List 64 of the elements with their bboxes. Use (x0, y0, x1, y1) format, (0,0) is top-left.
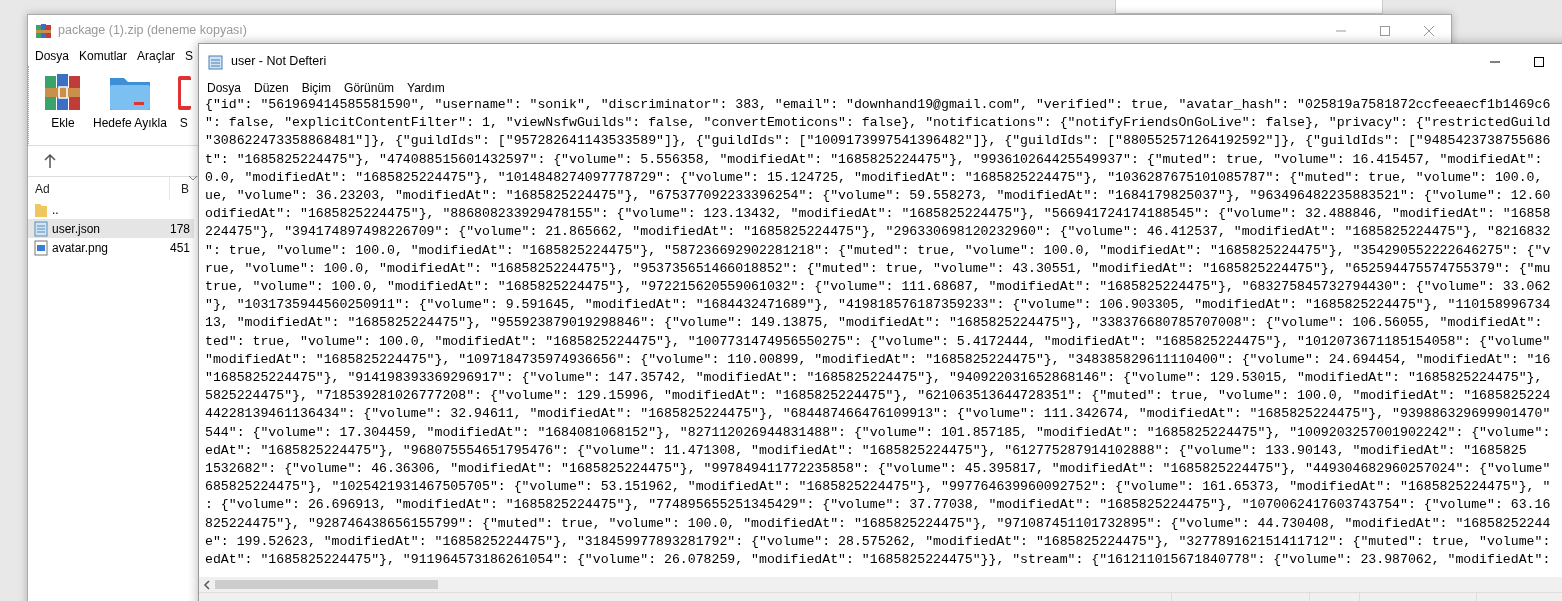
text-line: e": 199.52623, "modifiedAt": "1685825224475"}, "318459977893281792": {"volume": 28.575262, "modifiedAt": "1685825224475"}, "327789162151411712": {"muted": true, "volume": (205, 532, 1551, 551)
text-line: 13, "modifiedAt": "1685825224475"}, "955923879019298846": {"volume": 149.13875, "modifiedAt": "1685825224475"}, "338376680785707008": {"volume": 106.56055, "modifiedAt": (205, 314, 1543, 333)
text-line: ue, "volume": 36.23203, "modifiedAt": "1685825224475"}, "675377092233396254": {"volume": 59.558273, "modifiedAt": "1684179825037"}, "963496482235883521": {"volume": 12.60 (205, 187, 1551, 205)
window-title: package (1).zip (deneme kopyası) (58, 22, 247, 40)
text-line: "modifiedAt": "1685825224475"}, "1097184735974936656": {"volume": 110.00899, "modifiedAt": "1685825224475"}, "348385829611110400": {"volume": 24.694454, "modifiedAt": "16 (205, 350, 1551, 369)
menu-item[interactable]: Araçlar (137, 47, 176, 65)
file-name: avatar.png (52, 239, 109, 257)
sort-caret-icon (188, 175, 198, 181)
text-line: 544": {"volume": 17.304459, "modifiedAt": "1684081068152"}, "827112026944831488": {"volume": 101.857185, "modifiedAt": "1685825224475"}, "1009203257001902242": {"volume": (205, 423, 1551, 442)
text-line: : {"volume": 26.696913, "modifiedAt": "1685825224475"}, "774895655251345429": {"volume": 37.77038, "modifiedAt": "1685825224475"}, "1070062417603743754": {"volume": 63.16 (205, 496, 1551, 515)
file-size: 178 (170, 220, 191, 238)
text-line: 825224475"}, "928746438656155799": {"muted": true, "volume": 100.0, "modifiedAt": "1685825224475"}, "971087451101732895": {"volume": 44.730408, "modifiedAt": "16858252244 (205, 514, 1551, 533)
text-line: rue, "volume": 100.0, "modifiedAt": "1685825224475"}, "953735651466018852": {"muted": true, "volume": 43.30551, "modifiedAt": "1685825224475"}, "652594475574755379": {"mu (205, 259, 1551, 278)
notepad-icon (34, 220, 48, 237)
toolbar-button[interactable]: Ekle (43, 72, 83, 145)
toolbar-button[interactable]: S (176, 72, 191, 145)
archive-icon (36, 22, 52, 39)
text-line: 685825224475"}, "1025421931467505705": {"volume": 53.151962, "modifiedAt": "1685825224475"}, "997764639960092752": {"volume": 161.65373, "modifiedAt": "1685825224475"}, " (205, 478, 1551, 497)
text-line: 44228139461136434": {"volume": 32.94611, "modifiedAt": "1685825224475"}, "684487466476109913": {"volume": 111.342674, "modifiedAt": "1685825224475"}, "939886329699901470" (205, 405, 1551, 424)
text-line: 5825224475"}, "718539281026777208": {"volume": 129.15996, "modifiedAt": "1685825224475"}, "621063513644728351": {"muted": true, "volume": 100.0, "modifiedAt": "1685825224 (205, 387, 1551, 406)
text-line: ted": true, "volume": 100.0, "modifiedAt": "1685825224475"}, "1007731474956550275": {"volume": 5.4172444, "modifiedAt": "1685825224475"}, "1012073671185154058": {"volume" (205, 332, 1551, 351)
menu-item[interactable]: Biçim (301, 78, 332, 97)
file-row[interactable]: .. (28, 200, 194, 219)
text-line: 224475"}, "394174897498226709": {"volume": 21.865662, "modifiedAt": "1685825224475"}, "296330698120232960": {"volume": 46.412537, "modifiedAt": "1685825224475"}, "8216832 (205, 223, 1551, 242)
menu-item[interactable]: Yardım (407, 78, 445, 97)
text-line: true, "volume": 100.0, "modifiedAt": "1685825224475"}, "972215620559061032": {"volume": 111.68687, "modifiedAt": "1685825224475"}, "683275845732794430": {"volume": 33.062 (205, 278, 1551, 297)
text-line: "}, "1031735944560250911": {"volume": 9.591645, "modifiedAt": "1684432471689"}, "419818576187359233": {"volume": 106.903305, "modifiedAt": "1685825224475"}, "110158996734 (205, 296, 1551, 315)
toolbar-button[interactable]: Hedefe Ayıkla (93, 72, 167, 145)
scroll-thumb[interactable] (215, 580, 438, 589)
close-icon (1424, 25, 1434, 36)
window-title: user - Not Defteri (231, 53, 327, 71)
maximize-icon (1380, 25, 1390, 36)
image-file-icon (34, 239, 48, 256)
scroll-left-icon (203, 579, 211, 590)
folder-icon (34, 201, 48, 218)
column-header[interactable]: B (170, 179, 189, 198)
menu-item[interactable]: Dosya (35, 47, 69, 65)
maximize-icon (1534, 56, 1544, 67)
text-line: 1532682": {"volume": 46.36306, "modifiedAt": "1685825224475"}, "997849411772235858": {"volume": 45.395817, "modifiedAt": "1685825224475"}, "449304682960257024": {"volume" (205, 460, 1551, 479)
text-line: "1685825224475"}, "914198393369296917": {"volume": 147.35742, "modifiedAt": "1685825224475"}, "940922031652868146": {"volume": 129.53015, "modifiedAt": "1685825224475"}, (205, 369, 1543, 388)
menu-item[interactable]: Dosya (207, 78, 241, 97)
text-line: ": true, "volume": 100.0, "modifiedAt": "1685825224475"}, "587236692902281218": {"muted": true, "volume": 100.0, "modifiedAt": "1685825224475"}, "354290552222646275": {"v (205, 241, 1551, 260)
text-line: odifiedAt": "1685825224475"}, "886808233929478155": {"volume": 123.13432, "modifiedAt": "1685825224475"}, "566941724174188545": {"volume": 32.488846, "modifiedAt": "16858 (205, 205, 1551, 224)
text-line: {"id": "561969414585581590", "username": "sonik", "discriminator": 383, "email": "downhand19@gmail.com", "verified": true, "avatar_hash": "025819a7581872ccfeeaecf1b1469c6 (205, 96, 1551, 114)
text-line: "308622473358868481"]}, {"guildIds": ["957282641143533589"]}, {"guildIds": ["1009173997541396482"]}, {"guildIds": ["880552571264192592"]}, {"guildIds": ["9485423738755686 (205, 132, 1551, 151)
file-row[interactable]: user.json 178 (28, 219, 194, 238)
text-line: t": "1685825224475"}, "474088515601432597": {"volume": 5.556358, "modifiedAt": "1685825224475"}, "993610264425549937": {"muted": true, "volume": 16.415457, "modifiedAt": (205, 150, 1543, 169)
notepad-icon (208, 53, 224, 70)
menu-item[interactable]: Görünüm (344, 78, 395, 97)
menu-item[interactable]: S (185, 47, 194, 65)
text-line: edAt": "1685825224475"}, "911964573186261054": {"volume": 26.078259, "modifiedAt": "1685825224475"}}, "stream": {"161211015671840778": {"volume": 23.987062, "modifiedAt": (205, 551, 1551, 570)
file-name: .. (52, 201, 59, 219)
up-arrow-icon (44, 154, 56, 168)
column-header[interactable]: Ad (28, 177, 170, 200)
books-icon (43, 72, 83, 112)
file-name: user.json (52, 220, 101, 238)
file-row[interactable]: avatar.png 451 (28, 238, 194, 257)
menu-item[interactable]: Komutlar (79, 47, 128, 65)
text-line: ": false, "explicitContentFilter": 1, "viewNsfwGuilds": false, "convertEmoticons": false}, "notifications": {"notifyFriendsOnGoLive": false}, "privacy": {"restrictedGuild (205, 114, 1551, 133)
menu-item[interactable]: Düzen (254, 78, 289, 97)
horizontal-scrollbar[interactable] (199, 577, 1562, 592)
text-line: edAt": "1685825224475"}, "968075554651795476": {"volume": 11.471308, "modifiedAt": "1685825224475"}, "612775287914102888": {"volume": 133.90143, "modifiedAt": "1685825 (205, 441, 1527, 460)
text-line: 0.0, "modifiedAt": "1685825224475"}, "1014848274097778729": {"volume": 15.124725, "modifiedAt": "1685825224475"}, "1036287675101085787": {"muted": true, "volume": 100.0, (205, 168, 1543, 187)
file-size: 451 (170, 239, 191, 257)
